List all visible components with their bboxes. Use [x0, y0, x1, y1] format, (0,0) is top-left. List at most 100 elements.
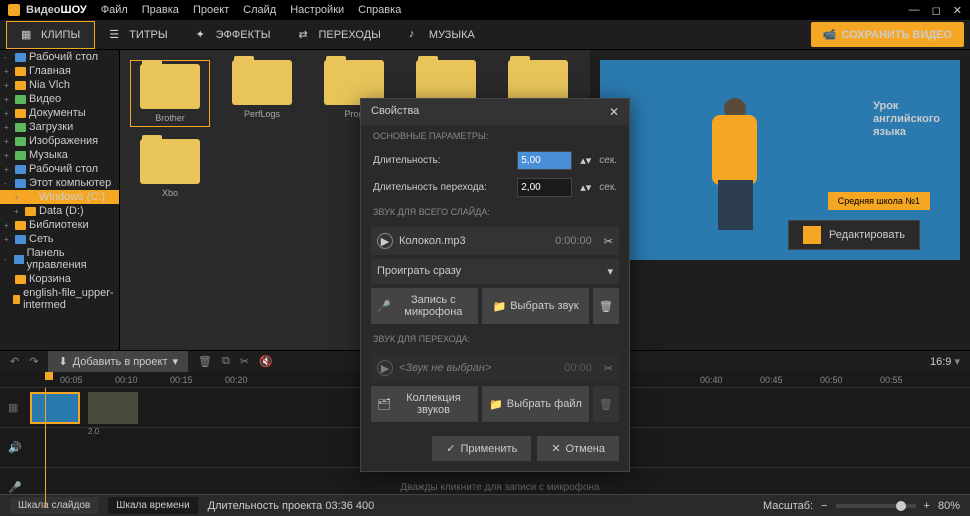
undo-icon[interactable]: ↶ [10, 355, 19, 368]
audio-placeholder: <Звук не выбран> [399, 362, 491, 374]
duration-label: Длительность: [373, 155, 509, 166]
play-icon[interactable]: ▶ [377, 233, 393, 249]
delete-sound-button[interactable]: 🗑 [593, 288, 619, 324]
music-track-icon: 🔊 [8, 441, 22, 454]
transition-duration-input[interactable] [517, 178, 572, 197]
folder-tree: -Рабочий стол+Главная+Nia Vlch+Видео+Док… [0, 50, 120, 350]
folder-item[interactable]: Xbo [130, 139, 210, 198]
zoom-label: Масштаб: [763, 500, 813, 512]
trash-icon: 🗑 [599, 398, 613, 411]
duration-input[interactable] [517, 151, 572, 170]
folder-item[interactable]: Brother [130, 60, 210, 127]
spinner-icon[interactable]: ▴▾ [580, 181, 591, 194]
tree-item[interactable]: Корзина [0, 272, 119, 286]
tree-item[interactable]: +Data (D:) [0, 204, 119, 218]
menu-item[interactable]: Слайд [243, 4, 276, 16]
copy-icon[interactable]: ⧉ [222, 355, 230, 368]
folder-item[interactable]: PerfLogs [222, 60, 302, 127]
app-name: ВидеоШОУ [26, 4, 87, 16]
timeline-clip[interactable] [88, 392, 138, 424]
zoom-in-icon[interactable]: + [924, 500, 930, 512]
properties-dialog: Свойства ✕ ОСНОВНЫЕ ПАРАМЕТРЫ: Длительнос… [360, 98, 630, 472]
tree-item[interactable]: +Nia Vlch [0, 78, 119, 92]
project-duration: Длительность проекта 03:36 400 [208, 500, 375, 512]
slides-scale-tab[interactable]: Шкала слайдов [10, 497, 98, 514]
x-icon: ✕ [551, 442, 560, 455]
edit-button[interactable]: Редактировать [788, 220, 920, 250]
aspect-ratio[interactable]: 16:9 ▾ [930, 355, 960, 368]
tree-item[interactable]: -Рабочий стол [0, 50, 119, 64]
mute-icon[interactable]: 🔇 [259, 355, 273, 368]
tab-transitions[interactable]: ⇄ПЕРЕХОДЫ [284, 22, 394, 48]
transition-audio-row: ▶ <Звук не выбран> 00:00 ✂ [371, 354, 619, 382]
add-to-project-button[interactable]: ⬇Добавить в проект▾ [48, 351, 188, 372]
tree-item[interactable]: -Панель управления [0, 246, 119, 272]
select-sound-button[interactable]: 📁Выбрать звук [482, 288, 589, 324]
minimize-icon[interactable]: — [909, 4, 920, 17]
folder-icon: 📁 [489, 398, 503, 411]
tree-item[interactable]: +Рабочий стол [0, 162, 119, 176]
dialog-title: Свойства [371, 105, 419, 119]
zoom-value: 80% [938, 500, 960, 512]
transition-duration-label: Длительность перехода: [373, 182, 509, 193]
preview-badge: Средняя школа №1 [828, 192, 930, 210]
select-file-button[interactable]: 📁Выбрать файл [482, 386, 589, 422]
apply-button[interactable]: ✓Применить [432, 436, 531, 461]
tree-item[interactable]: +Документы [0, 106, 119, 120]
tab-effects[interactable]: ✦ЭФФЕКТЫ [182, 22, 285, 48]
redo-icon[interactable]: ↷ [29, 355, 38, 368]
sound-collection-button[interactable]: 🗂Коллекция звуков [371, 386, 478, 422]
tree-item[interactable]: +Изображения [0, 134, 119, 148]
tree-item[interactable]: english-file_upper-intermed [0, 286, 119, 312]
collection-icon: 🗂 [377, 398, 391, 411]
tree-item[interactable]: +Главная [0, 64, 119, 78]
delete-icon[interactable]: 🗑 [198, 355, 212, 368]
zoom-out-icon[interactable]: − [821, 500, 827, 512]
playhead-line[interactable] [45, 388, 46, 508]
menu-item[interactable]: Файл [101, 4, 128, 16]
delete-file-button[interactable]: 🗑 [593, 386, 619, 422]
tree-item[interactable]: -Этот компьютер [0, 176, 119, 190]
time-scale-tab[interactable]: Шкала времени [108, 497, 197, 514]
tab-titles[interactable]: ☰ТИТРЫ [95, 22, 181, 48]
cut-icon[interactable]: ✂ [240, 355, 249, 368]
record-mic-button[interactable]: 🎤Запись с микрофона [371, 288, 478, 324]
slide-audio-row: ▶ Колокол.mp3 0:00:00 ✂ [371, 227, 619, 255]
zoom-slider[interactable] [836, 504, 916, 508]
section-slide-sound: ЗВУК ДЛЯ ВСЕГО СЛАЙДА: [361, 201, 629, 223]
tab-music[interactable]: ♪МУЗЫКА [395, 22, 489, 48]
dialog-close-icon[interactable]: ✕ [609, 105, 619, 119]
menu-item[interactable]: Справка [358, 4, 401, 16]
close-icon[interactable]: ✕ [953, 4, 962, 17]
playhead-marker[interactable] [45, 372, 53, 380]
cut-icon[interactable]: ✂ [604, 362, 613, 375]
menu-item[interactable]: Настройки [290, 4, 344, 16]
preview-panel: Уроканглийскогоязыка Средняя школа №1 Ре… [590, 50, 970, 350]
preview-image: Уроканглийскогоязыка Средняя школа №1 Ре… [600, 60, 960, 260]
tree-item[interactable]: +Сеть [0, 232, 119, 246]
tree-item[interactable]: +Видео [0, 92, 119, 106]
check-icon: ✓ [446, 442, 455, 455]
spinner-icon[interactable]: ▴▾ [580, 154, 591, 167]
timeline-clip[interactable] [30, 392, 80, 424]
tree-item[interactable]: +Библиотеки [0, 218, 119, 232]
section-basic: ОСНОВНЫЕ ПАРАМЕТРЫ: [361, 125, 629, 147]
cancel-button[interactable]: ✕Отмена [537, 436, 619, 461]
chevron-down-icon: ▾ [607, 265, 613, 278]
maximize-icon[interactable]: ◻ [932, 4, 941, 17]
menu-item[interactable]: Проект [193, 4, 229, 16]
download-icon: ⬇ [58, 355, 67, 368]
tree-item[interactable]: +Windows (C:) [0, 190, 119, 204]
play-mode-dropdown[interactable]: Проиграть сразу▾ [371, 259, 619, 284]
mic-track-icon: 🎤 [8, 481, 22, 494]
play-icon[interactable]: ▶ [377, 360, 393, 376]
cut-icon[interactable]: ✂ [604, 235, 613, 248]
tree-item[interactable]: +Загрузки [0, 120, 119, 134]
menu-item[interactable]: Правка [142, 4, 179, 16]
save-video-button[interactable]: 📹СОХРАНИТЬ ВИДЕО [811, 22, 964, 47]
mic-track-hint: Дважды кликните для записи с микрофона [30, 482, 970, 493]
audio-filename: Колокол.mp3 [399, 235, 466, 247]
tree-item[interactable]: +Музыка [0, 148, 119, 162]
tab-clips[interactable]: ▦КЛИПЫ [6, 21, 95, 49]
trash-icon: 🗑 [599, 300, 613, 313]
